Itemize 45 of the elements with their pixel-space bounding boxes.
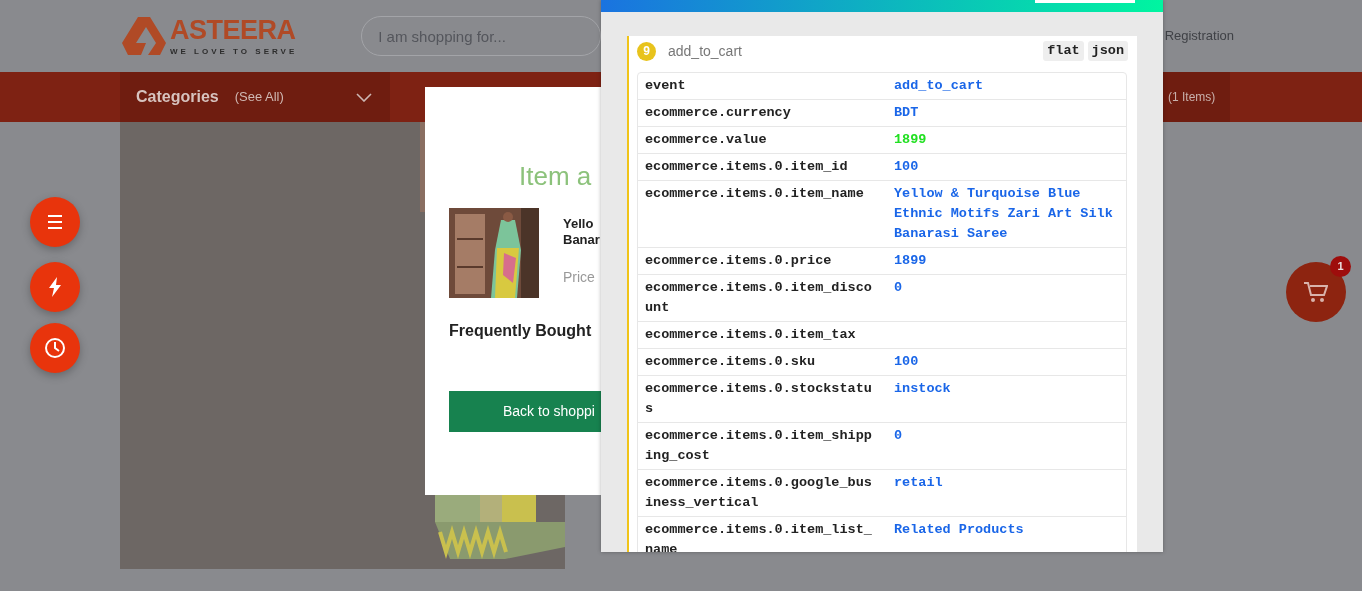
chevron-down-icon xyxy=(356,92,372,102)
key-cell: ecommerce.items.0.item_id xyxy=(638,153,888,180)
logo-tagline: WE LOVE TO SERVE xyxy=(170,47,298,56)
value-cell: 0 xyxy=(888,274,1126,321)
value-cell-text: add_to_cart xyxy=(893,77,985,95)
value-cell: 1899 xyxy=(888,126,1126,153)
history-button[interactable] xyxy=(30,323,80,373)
value-cell: 100 xyxy=(888,348,1126,375)
value-cell: BDT xyxy=(888,99,1126,126)
menu-button[interactable] xyxy=(30,197,80,247)
value-cell: 100 xyxy=(888,153,1126,180)
value-cell: instock xyxy=(888,375,1126,422)
key-cell: ecommerce.value xyxy=(638,126,888,153)
key-cell: ecommerce.items.0.google_business_vertical xyxy=(638,469,888,516)
product-name: Yello Banar xyxy=(563,216,600,249)
value-cell: Yellow & Turquoise Blue Ethnic Motifs Zari Art Silk Banarasi Saree xyxy=(888,180,1126,247)
view-toggle-button[interactable]: flat xyxy=(1043,41,1084,61)
key-cell: ecommerce.items.0.item_name xyxy=(638,180,888,247)
logo-text: ASTEERA xyxy=(170,16,297,44)
cart-items-count[interactable]: (1 Items) xyxy=(1163,72,1230,122)
event-name: add_to_cart xyxy=(668,41,742,61)
cart-count-badge: 1 xyxy=(1330,256,1351,277)
cart-button[interactable] xyxy=(1286,262,1346,322)
key-cell: ecommerce.items.0.item_tax xyxy=(638,321,888,348)
key-cell: ecommerce.items.0.sku xyxy=(638,348,888,375)
key-cell: ecommerce.items.0.item_shipping_cost xyxy=(638,422,888,469)
lightning-icon xyxy=(48,277,62,297)
cart-icon xyxy=(1304,281,1328,304)
menu-icon xyxy=(47,215,63,229)
flash-button[interactable] xyxy=(30,262,80,312)
clock-icon xyxy=(44,337,66,359)
value-cell: Related Products xyxy=(888,516,1126,552)
key-cell: ecommerce.items.0.price xyxy=(638,247,888,274)
view-toggle-button[interactable]: json xyxy=(1087,41,1128,61)
key-cell-text: event xyxy=(644,77,687,95)
categories-dropdown[interactable]: Categories (See All) xyxy=(120,72,390,122)
key-cell: ecommerce.items.0.stockstatus xyxy=(638,375,888,422)
key-cell: ecommerce.currency xyxy=(638,99,888,126)
value-cell: retail xyxy=(888,469,1126,516)
price-label: Price xyxy=(563,268,596,288)
value-cell: 0 xyxy=(888,422,1126,469)
value-cell: 1899 xyxy=(888,247,1126,274)
event-number-badge: 9 xyxy=(637,41,656,61)
key-cell: ecommerce.items.0.item_discount xyxy=(638,274,888,321)
logo-icon xyxy=(122,17,166,55)
